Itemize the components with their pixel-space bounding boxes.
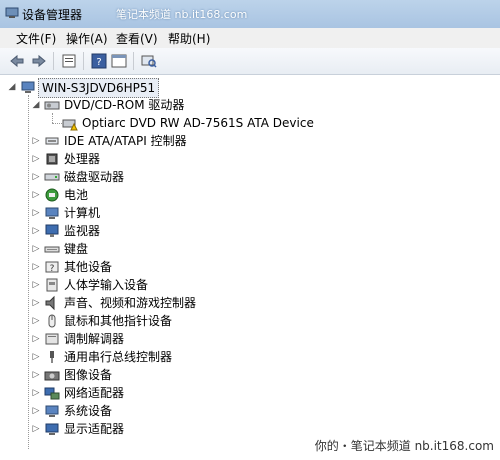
window-title: 设备管理器 [22,8,83,22]
properties-icon[interactable] [60,52,78,70]
tree-connector [52,123,62,124]
tree-item-label: Optiarc DVD RW AD-7561S ATA Device [82,116,314,130]
expand-icon[interactable]: ▷ [32,366,40,384]
menu-view[interactable]: 查看(V) [114,30,160,47]
speaker-icon [45,295,55,311]
device-tree: ◢ WIN-S3JDVD6HP51 ◢ DVD/CD-ROM 驱动器 Optia… [0,75,500,460]
title-bar: 设备管理器 笔记本频道 nb.it168.com [0,0,500,28]
device-manager-icon [5,7,19,18]
tree-item-label: 键盘 [64,242,89,256]
expand-icon[interactable]: ▷ [32,204,40,222]
computer-name: WIN-S3JDVD6HP51 [38,78,160,98]
tree-item-label: 图像设备 [64,368,113,382]
expand-icon[interactable]: ▷ [32,168,40,186]
expand-icon[interactable]: ▷ [32,222,40,240]
watermark-top: 笔记本频道 nb.it168.com [116,8,248,21]
collapse-icon[interactable]: ◢ [8,78,16,96]
processor-icon [46,153,58,165]
unknown-device-icon: ? [45,261,59,274]
computer-icon [21,81,35,93]
tree-item-label: 电池 [64,188,89,202]
usb-icon [50,351,54,363]
hid-icon [46,278,58,292]
tree-connector [28,95,29,449]
expand-icon[interactable]: ▷ [32,240,40,258]
expand-icon[interactable]: ▷ [32,384,40,402]
tree-item-label: 系统设备 [64,404,113,418]
scan-hardware-icon[interactable] [140,52,158,70]
mouse-icon [48,314,56,328]
tree-item-label: 网络适配器 [64,386,125,400]
dvd-drive-icon [44,101,60,110]
toolbar-separator [83,52,84,70]
tree-item-label: 处理器 [64,152,101,166]
tree-item-label: 通用串行总线控制器 [64,350,173,364]
tree-item-label: 显示适配器 [64,422,125,436]
modem-icon [45,333,59,345]
collapse-icon[interactable]: ◢ [32,96,40,114]
tree-item-label: 调制解调器 [64,332,125,346]
tree-item-label: 人体学输入设备 [64,278,149,292]
expand-icon[interactable]: ▷ [32,348,40,366]
svg-text:?: ? [50,264,55,274]
menu-file[interactable]: 文件(F) [14,30,58,47]
battery-icon [45,188,59,202]
expand-icon[interactable]: ▷ [32,150,40,168]
expand-icon[interactable]: ▷ [32,402,40,420]
toolbar-separator [133,52,134,70]
network-adapter-icon [44,387,60,400]
expand-icon[interactable]: ▷ [32,276,40,294]
watermark-bottom: 你的・笔记本频道 nb.it168.com [314,439,494,453]
tree-item-label: 声音、视频和游戏控制器 [64,296,197,310]
expand-icon[interactable]: ▷ [32,330,40,348]
expand-icon[interactable]: ▷ [32,420,40,438]
system-device-icon [45,405,59,417]
expand-icon[interactable]: ▷ [32,132,40,150]
menu-action[interactable]: 操作(A) [64,30,110,47]
tree-item-label: 其他设备 [64,260,113,274]
display-adapter-icon [45,423,59,435]
toolbar-separator [53,52,54,70]
computer-icon [45,207,59,219]
dvd-device-warning-icon [62,119,78,131]
menu-help[interactable]: 帮助(H) [166,30,212,47]
expand-icon[interactable]: ▷ [32,312,40,330]
tree-item-label: 监视器 [64,224,101,238]
menu-bar: 文件(F) 操作(A) 查看(V) 帮助(H) [0,28,500,48]
tree-item-label: 鼠标和其他指针设备 [64,314,173,328]
disk-drive-icon [44,173,60,181]
keyboard-icon [44,246,60,253]
monitor-icon [45,224,59,237]
forward-icon[interactable] [30,52,48,70]
expand-icon[interactable]: ▷ [32,186,40,204]
tree-connector [52,113,53,123]
back-icon[interactable] [8,52,26,70]
expand-icon[interactable]: ▷ [32,294,40,312]
expand-icon[interactable]: ▷ [32,258,40,276]
toolbar: ? [0,48,500,75]
help-icon[interactable]: ? [90,52,108,70]
tree-item-label: 磁盘驱动器 [64,170,125,184]
tree-item-label: DVD/CD-ROM 驱动器 [64,98,185,112]
tree-item-label: 计算机 [64,206,101,220]
svg-text:?: ? [96,57,101,68]
camera-icon [44,371,60,381]
ide-controller-icon [45,137,59,145]
window-icon[interactable] [110,52,128,70]
tree-item-label: IDE ATA/ATAPI 控制器 [64,134,187,148]
